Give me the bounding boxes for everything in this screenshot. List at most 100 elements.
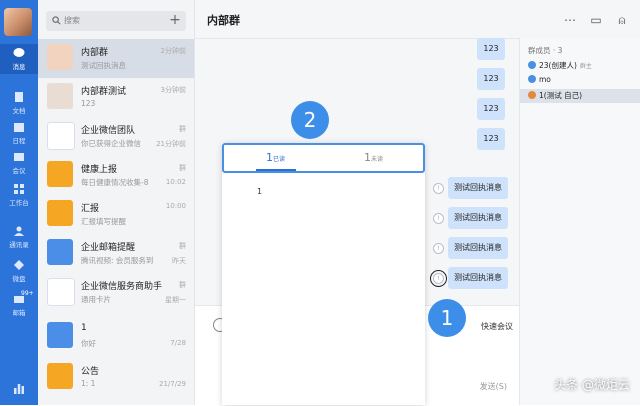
add-member-icon[interactable]: ⍝ xyxy=(615,13,629,27)
add-button[interactable]: + xyxy=(164,11,186,31)
stats-icon[interactable] xyxy=(13,382,25,394)
announcement-icon xyxy=(47,363,73,389)
conversation-preview: 通用卡片 xyxy=(81,295,111,304)
watermark: 头条 @微炬云 xyxy=(554,378,630,392)
mail-reminder-icon xyxy=(47,239,73,265)
conversation-preview: 测试回执消息 xyxy=(81,61,126,70)
conversation-preview: 你好 xyxy=(81,339,96,348)
conversation-item[interactable]: 健康上报 每日健康情况收集-8 群 10:02 xyxy=(38,156,194,195)
contacts-icon xyxy=(14,226,24,236)
owner-tag: 群主 xyxy=(579,63,592,70)
conversation-item[interactable]: 公告 1: 1 21/7/29 xyxy=(38,358,194,397)
conversation-preview: 腾讯视频: 会员服务到 xyxy=(81,256,154,265)
my-avatar[interactable] xyxy=(4,8,32,36)
unread-label: 未读 xyxy=(371,156,384,163)
chat-header: 内部群 ⋯ ▭ ⍝ xyxy=(195,0,640,39)
person-icon xyxy=(528,75,536,83)
nav-label: 工作台 xyxy=(9,199,29,207)
conversation-item[interactable]: 企业微信服务商助手 通用卡片 群 星期一 xyxy=(38,273,194,312)
message-bubble[interactable]: 123 xyxy=(477,98,505,120)
nav-label: 消息 xyxy=(12,63,26,71)
person-avatar xyxy=(47,322,73,348)
conversation-name: 内部群 xyxy=(81,48,109,58)
drive-icon xyxy=(14,260,24,270)
conversation-item[interactable]: 企业微信团队 你已获得企业微信 群 21分钟前 xyxy=(38,117,194,156)
member-count: 群成员 · 3 xyxy=(528,46,563,55)
tab-unread[interactable]: 1未读 xyxy=(364,151,383,164)
group-avatar xyxy=(47,83,73,109)
conversation-time: 10:00 xyxy=(165,202,186,210)
service-assistant-icon xyxy=(47,278,75,306)
nav-label: 会议 xyxy=(12,167,26,175)
wecom-team-avatar xyxy=(47,122,75,150)
video-call-icon[interactable]: ▭ xyxy=(589,13,603,27)
tab-read[interactable]: 1已读 xyxy=(266,151,285,164)
conversation-time: 21分钟前 xyxy=(156,140,186,148)
read-status-tabs: 1已读 1未读 xyxy=(222,143,425,173)
member-name: 1(测试 自己) xyxy=(539,91,583,100)
nav-item-contacts[interactable]: 通讯录 xyxy=(0,222,38,252)
nav-item-drive[interactable]: 微盘 xyxy=(0,256,38,286)
active-tab-indicator xyxy=(256,169,296,171)
chat-title: 内部群 xyxy=(207,14,240,27)
mail-badge: 99+ xyxy=(21,290,34,297)
health-report-icon xyxy=(47,161,73,187)
message-bubble[interactable]: 测试回执消息 xyxy=(448,177,508,199)
read-count: 1 xyxy=(266,151,273,164)
more-icon[interactable]: ⋯ xyxy=(563,13,577,27)
send-button[interactable]: 发送(S) xyxy=(480,381,507,392)
document-icon xyxy=(15,92,23,102)
message-bubble[interactable]: 测试回执消息 xyxy=(448,267,508,289)
member-item[interactable]: mo xyxy=(528,75,551,89)
read-receipt-icon[interactable]: ! xyxy=(433,213,444,224)
member-name: 23(创建人) xyxy=(539,61,577,70)
message-bubble[interactable]: 123 xyxy=(477,38,505,60)
member-item[interactable]: 1(测试 自己) xyxy=(520,89,640,103)
read-receipt-icon[interactable]: ! xyxy=(430,270,447,287)
nav-item-calendar[interactable]: 日程 xyxy=(0,118,38,148)
person-icon xyxy=(528,61,536,69)
conversation-name: 汇报 xyxy=(81,204,100,214)
conversation-time: 3分钟前 xyxy=(160,86,186,94)
nav-label: 日程 xyxy=(12,137,26,145)
search-icon xyxy=(52,16,61,25)
conversation-item[interactable]: 汇报 汇报填写提醒 10:00 xyxy=(38,195,194,234)
read-receipt-icon[interactable]: ! xyxy=(433,243,444,254)
search-input[interactable]: 搜索 xyxy=(46,11,166,31)
meeting-icon xyxy=(14,153,24,161)
nav-label: 微盘 xyxy=(12,275,26,283)
read-receipt-icon[interactable]: ! xyxy=(433,183,444,194)
conversation-name: 企业邮箱提醒 xyxy=(81,243,136,253)
conversation-time: 昨天 xyxy=(172,257,186,265)
message-icon xyxy=(13,48,25,57)
conversation-preview: 每日健康情况收集-8 xyxy=(81,178,149,187)
message-bubble[interactable]: 测试回执消息 xyxy=(448,207,508,229)
conversation-tag: 群 xyxy=(179,281,186,289)
nav-label: 邮箱 xyxy=(12,309,26,317)
member-item[interactable]: 23(创建人) 群主 xyxy=(528,60,592,74)
conversation-time: 星期一 xyxy=(165,296,186,304)
nav-label: 通讯录 xyxy=(9,241,29,249)
message-bubble[interactable]: 测试回执消息 xyxy=(448,237,508,259)
nav-item-docs[interactable]: 文档 xyxy=(0,88,38,118)
conversation-time: 7/28 xyxy=(170,339,186,347)
message-bubble[interactable]: 123 xyxy=(477,68,505,90)
quick-meeting-button[interactable]: 快速会议 xyxy=(481,321,513,332)
conversation-tag: 群 xyxy=(179,242,186,250)
conversation-preview: 汇报填写提醒 xyxy=(81,217,126,226)
nav-item-meeting[interactable]: 会议 xyxy=(0,148,38,178)
read-label: 已读 xyxy=(273,156,286,163)
nav-item-workbench[interactable]: 工作台 xyxy=(0,180,38,210)
nav-item-messages[interactable]: 消息 xyxy=(0,44,38,74)
conversation-item[interactable]: 1 你好 7/28 xyxy=(38,317,194,356)
reader-name[interactable]: 1 xyxy=(257,187,262,196)
nav-rail: 消息 文档 日程 会议 工作台 通讯录 微盘 邮箱 99+ xyxy=(0,0,38,405)
message-bubble[interactable]: 123 xyxy=(477,128,505,150)
conversation-item[interactable]: 企业邮箱提醒 腾讯视频: 会员服务到 群 昨天 xyxy=(38,234,194,273)
nav-item-mail[interactable]: 邮箱 99+ xyxy=(0,290,38,320)
conversation-preview: 1: 1 xyxy=(81,379,96,388)
group-avatar xyxy=(47,44,73,70)
conversation-item[interactable]: 内部群测试 123 3分钟前 xyxy=(38,78,194,117)
conversation-time: 21/7/29 xyxy=(159,380,186,388)
conversation-item[interactable]: 内部群 测试回执消息 2分钟前 xyxy=(38,39,194,78)
